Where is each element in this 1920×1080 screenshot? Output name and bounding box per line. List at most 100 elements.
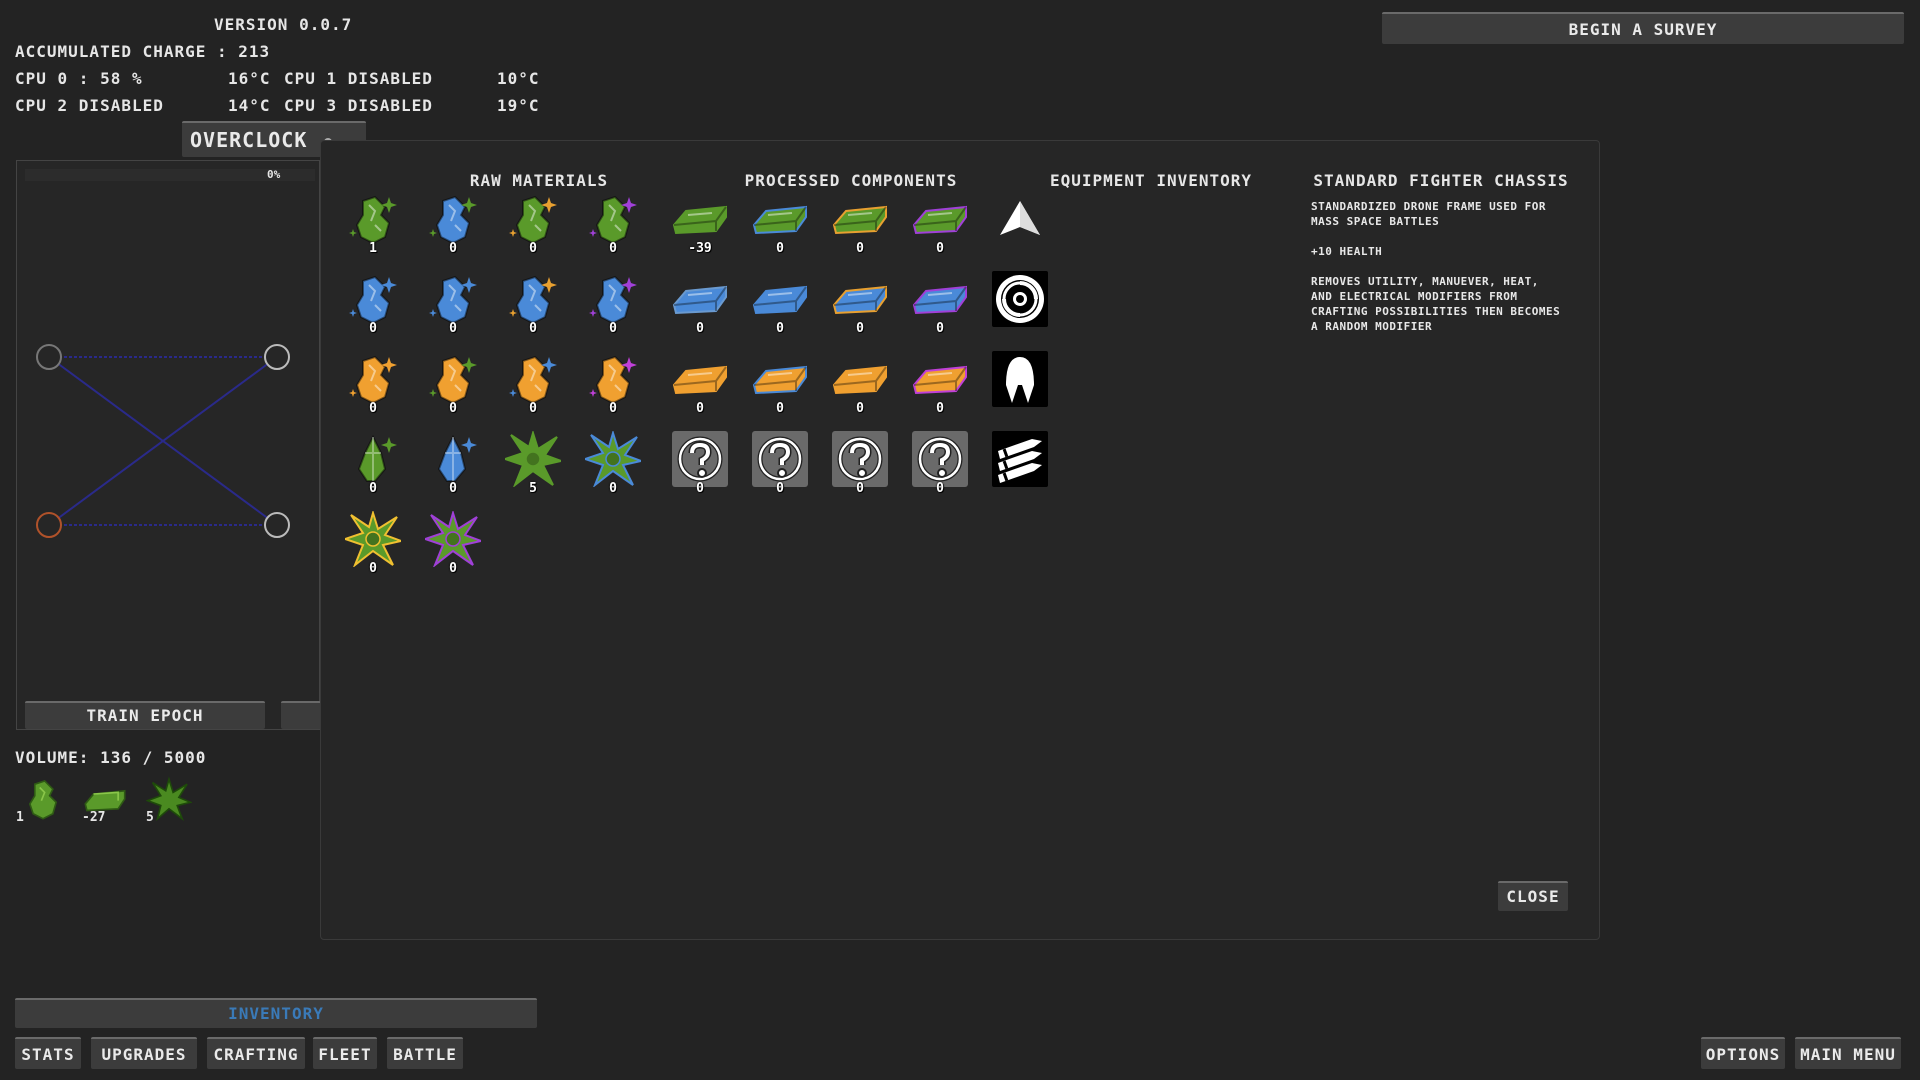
version-label: VERSION 0.0.7	[214, 15, 353, 34]
item-count: 0	[369, 481, 377, 496]
item-count: 0	[936, 481, 944, 496]
item-count: 0	[449, 481, 457, 496]
item-count: 0	[776, 321, 784, 336]
processed-component-slot[interactable]: 0	[912, 351, 968, 416]
arrowhead-ship-icon[interactable]	[992, 191, 1048, 247]
detail-health: +10 HEALTH	[1311, 245, 1383, 258]
drone-pod-icon[interactable]	[992, 351, 1048, 407]
options-button[interactable]: OPTIONS	[1701, 1037, 1785, 1069]
raw-material-slot[interactable]: 0	[425, 351, 481, 416]
tab-battle[interactable]: BATTLE	[387, 1037, 463, 1069]
inventory-panel: RAW MATERIALS PROCESSED COMPONENTS EQUIP…	[320, 140, 1600, 940]
item-count: 0	[776, 241, 784, 256]
volume-item-count: 5	[146, 810, 154, 825]
tab-inventory[interactable]: INVENTORY	[15, 998, 537, 1028]
raw-material-slot[interactable]: 0	[585, 191, 641, 256]
volume-item-count: 1	[16, 810, 24, 825]
main-menu-button[interactable]: MAIN MENU	[1795, 1037, 1901, 1069]
processed-component-slot[interactable]: 0	[832, 431, 888, 496]
processed-component-slot[interactable]: 0	[752, 191, 808, 256]
raw-material-slot[interactable]: 0	[425, 191, 481, 256]
item-count: 0	[369, 561, 377, 576]
processed-component-slot[interactable]: 0	[752, 351, 808, 416]
volume-label: VOLUME: 136 / 5000	[15, 748, 207, 767]
tab-stats[interactable]: STATS	[15, 1037, 81, 1069]
processed-component-slot[interactable]: 0	[912, 431, 968, 496]
close-button[interactable]: CLOSE	[1498, 881, 1568, 911]
raw-materials-title: RAW MATERIALS	[469, 171, 609, 190]
item-count: 0	[856, 401, 864, 416]
train-epoch-button[interactable]: TRAIN EPOCH	[25, 701, 265, 729]
raw-material-slot[interactable]: 0	[505, 191, 561, 256]
cpu-2-label[interactable]: CPU 2 DISABLED	[15, 96, 164, 115]
processed-components-title: PROCESSED COMPONENTS	[744, 171, 958, 190]
spiral-vortex-icon[interactable]	[992, 271, 1048, 327]
detail-title: STANDARD FIGHTER CHASSIS	[1313, 171, 1569, 190]
item-count: 0	[449, 321, 457, 336]
raw-material-slot[interactable]: 0	[505, 271, 561, 336]
item-count: 0	[936, 401, 944, 416]
cpu-0-temp: 16°C	[228, 69, 271, 88]
secondary-sim-button[interactable]	[281, 701, 321, 729]
processed-component-slot[interactable]: 0	[832, 351, 888, 416]
item-count: 0	[856, 321, 864, 336]
cpu-3-label[interactable]: CPU 3 DISABLED	[284, 96, 433, 115]
begin-survey-button[interactable]: BEGIN A SURVEY	[1382, 12, 1904, 44]
item-count: 0	[609, 321, 617, 336]
item-count: 0	[776, 481, 784, 496]
cpu-1-temp: 10°C	[497, 69, 540, 88]
raw-material-slot[interactable]: 0	[425, 511, 481, 576]
item-count: 0	[696, 481, 704, 496]
item-count: 0	[449, 401, 457, 416]
processed-component-slot[interactable]: 0	[672, 271, 728, 336]
cpu-1-label[interactable]: CPU 1 DISABLED	[284, 69, 433, 88]
processed-component-slot[interactable]: 0	[912, 191, 968, 256]
item-count: 0	[609, 401, 617, 416]
raw-material-slot[interactable]: 0	[345, 511, 401, 576]
item-count: 0	[696, 321, 704, 336]
equipment-inventory-title: EQUIPMENT INVENTORY	[1049, 171, 1253, 190]
detail-modifiers: REMOVES UTILITY, MANUEVER, HEAT, AND ELE…	[1311, 275, 1561, 333]
raw-material-slot[interactable]: 0	[425, 431, 481, 496]
tab-upgrades[interactable]: UPGRADES	[91, 1037, 197, 1069]
processed-component-slot[interactable]: 0	[672, 351, 728, 416]
green-crystal-icon	[20, 776, 66, 826]
item-count: 0	[369, 401, 377, 416]
raw-material-slot[interactable]: 0	[585, 271, 641, 336]
item-count: 0	[936, 241, 944, 256]
item-count: 0	[856, 481, 864, 496]
detail-description: STANDARDIZED DRONE FRAME USED FOR MASS S…	[1311, 200, 1547, 228]
volume-item-count: -27	[82, 810, 106, 825]
output-node-1	[264, 344, 290, 370]
raw-material-slot[interactable]: 0	[425, 271, 481, 336]
raw-material-slot[interactable]: 0	[345, 271, 401, 336]
tab-fleet[interactable]: FLEET	[313, 1037, 377, 1069]
item-count: 0	[529, 321, 537, 336]
item-count: 0	[529, 401, 537, 416]
processed-component-slot[interactable]: 0	[752, 431, 808, 496]
processed-component-slot[interactable]: 0	[912, 271, 968, 336]
item-count: 0	[449, 241, 457, 256]
item-count: 0	[369, 321, 377, 336]
network-panel: 0% TRAIN EPOCH	[16, 160, 321, 730]
raw-material-slot[interactable]: 0	[345, 351, 401, 416]
raw-material-slot[interactable]: 0	[345, 431, 401, 496]
cpu-0-label: CPU 0 : 58 %	[15, 69, 143, 88]
processed-component-slot[interactable]: -39	[672, 191, 728, 256]
processed-component-slot[interactable]: 0	[752, 271, 808, 336]
raw-material-slot[interactable]: 0	[505, 351, 561, 416]
tab-crafting[interactable]: CRAFTING	[207, 1037, 305, 1069]
raw-material-slot[interactable]: 0	[585, 351, 641, 416]
item-count: 0	[609, 481, 617, 496]
item-count: 0	[449, 561, 457, 576]
processed-component-slot[interactable]: 0	[672, 431, 728, 496]
input-node-1	[36, 344, 62, 370]
raw-material-slot[interactable]: 5	[505, 431, 561, 496]
processed-component-slot[interactable]: 0	[832, 271, 888, 336]
missile-bundle-icon[interactable]	[992, 431, 1048, 487]
item-count: 1	[369, 241, 377, 256]
raw-material-slot[interactable]: 0	[585, 431, 641, 496]
input-node-2	[36, 512, 62, 538]
raw-material-slot[interactable]: 1	[345, 191, 401, 256]
processed-component-slot[interactable]: 0	[832, 191, 888, 256]
